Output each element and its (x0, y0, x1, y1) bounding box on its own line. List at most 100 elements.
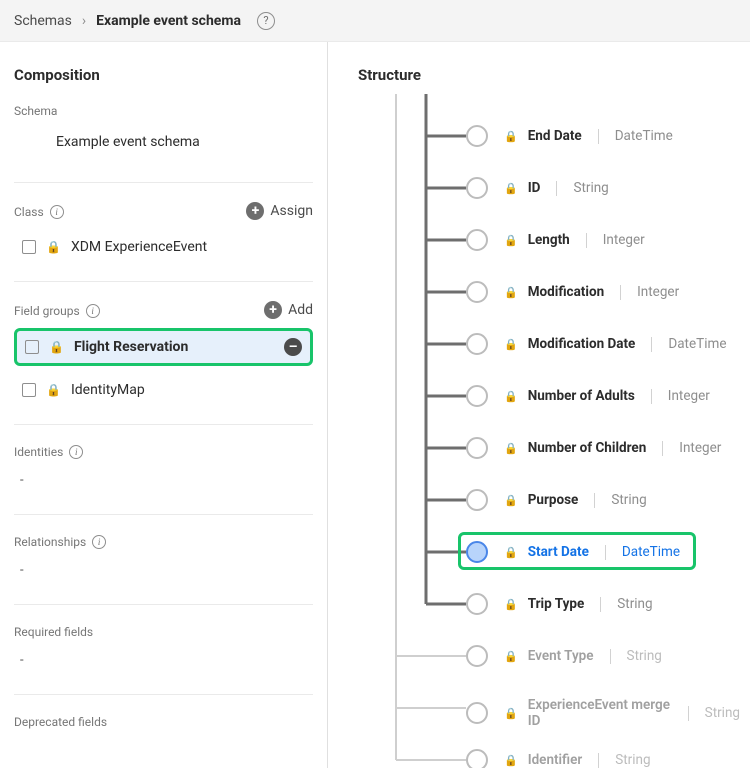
divider (586, 233, 587, 248)
node-handle-icon (466, 645, 488, 667)
relationships-label: Relationships i (14, 529, 313, 553)
divider (688, 706, 689, 721)
lock-icon: 🔒 (504, 182, 518, 195)
divider (620, 285, 621, 300)
field-type: DateTime (622, 544, 680, 560)
field-node[interactable]: 🔒 End Date DateTime (466, 125, 673, 147)
field-node[interactable]: 🔒 Trip Type String (466, 593, 653, 615)
field-type: String (611, 492, 646, 508)
node-handle-icon (466, 702, 488, 724)
fieldgroup-item-identitymap[interactable]: 🔒 IdentityMap (14, 372, 313, 408)
field-name: End Date (528, 128, 582, 144)
field-name: ExperienceEvent merge ID (528, 697, 672, 729)
divider (600, 597, 601, 612)
divider (14, 694, 313, 695)
node-handle-icon (466, 385, 488, 407)
node-handle-icon (466, 489, 488, 511)
add-fieldgroup-button[interactable]: + Add (264, 301, 313, 319)
field-node[interactable]: 🔒 ID String (466, 177, 609, 199)
field-type: String (617, 596, 652, 612)
divider (594, 493, 595, 508)
lock-icon: 🔒 (504, 546, 518, 559)
class-item[interactable]: 🔒 XDM ExperienceEvent (14, 229, 313, 265)
required-value: - (14, 643, 313, 678)
chevron-right-icon: › (82, 13, 86, 29)
lock-icon: 🔒 (504, 234, 518, 247)
field-node[interactable]: 🔒 Length Integer (466, 229, 645, 251)
field-type: String (573, 180, 608, 196)
field-node[interactable]: 🔒Number of ChildrenInteger (466, 437, 721, 459)
lock-icon: 🔒 (46, 240, 61, 254)
lock-icon: 🔒 (504, 442, 518, 455)
field-node[interactable]: 🔒IdentifierString (466, 749, 651, 768)
field-type: Integer (679, 440, 721, 456)
schema-label: Schema (14, 98, 313, 122)
assign-class-button[interactable]: + Assign (246, 202, 313, 220)
field-name: Modification Date (528, 336, 636, 352)
divider (610, 649, 611, 664)
composition-panel: Composition Schema Example event schema … (0, 42, 328, 768)
field-name: Identifier (528, 752, 583, 768)
checkbox[interactable] (22, 383, 36, 397)
node-handle-icon (466, 437, 488, 459)
field-node[interactable]: 🔒 Start Date DateTime (466, 541, 680, 563)
lock-icon: 🔒 (46, 383, 61, 397)
info-icon[interactable]: i (69, 445, 83, 459)
field-name: Length (528, 232, 570, 248)
info-icon[interactable]: i (92, 535, 106, 549)
field-name: Event Type (528, 648, 594, 664)
divider (605, 545, 606, 560)
fieldgroup-item-flight-reservation[interactable]: 🔒 Flight Reservation – (14, 328, 313, 366)
field-type: DateTime (615, 128, 673, 144)
structure-title: Structure (358, 66, 740, 84)
lock-icon: 🔒 (504, 754, 518, 767)
field-name: Trip Type (528, 596, 585, 612)
field-type: String (627, 648, 662, 664)
divider (14, 514, 313, 515)
breadcrumb-root[interactable]: Schemas (14, 13, 72, 29)
info-icon[interactable]: i (86, 304, 100, 318)
field-node[interactable]: 🔒ModificationInteger (466, 281, 679, 303)
lock-icon: 🔒 (504, 598, 518, 611)
divider (556, 181, 557, 196)
lock-icon: 🔒 (504, 390, 518, 403)
divider (651, 389, 652, 404)
divider (598, 129, 599, 144)
identities-value: - (14, 463, 313, 498)
breadcrumb: Schemas › Example event schema ? (0, 0, 750, 42)
node-handle-icon (466, 229, 488, 251)
divider (598, 753, 599, 768)
field-name: Start Date (528, 544, 589, 560)
field-node[interactable]: 🔒 Purpose String (466, 489, 647, 511)
field-node[interactable]: 🔒ExperienceEvent merge IDString (466, 697, 740, 729)
structure-panel: Structure 🔒 End Date DateTime 🔒 ID String 🔒 Len… (328, 42, 750, 768)
plus-icon: + (246, 202, 264, 220)
lock-icon: 🔒 (504, 650, 518, 663)
node-handle-icon (466, 593, 488, 615)
required-label: Required fields (14, 619, 313, 643)
lock-icon: 🔒 (504, 494, 518, 507)
field-node[interactable]: 🔒 Event Type String (466, 645, 662, 667)
composition-title: Composition (14, 66, 313, 84)
field-type: String (705, 705, 740, 721)
checkbox[interactable] (25, 340, 39, 354)
lock-icon: 🔒 (504, 130, 518, 143)
divider (14, 604, 313, 605)
class-label: Class i (14, 199, 64, 223)
field-name: ID (528, 180, 541, 196)
checkbox[interactable] (22, 240, 36, 254)
field-name: Purpose (528, 492, 579, 508)
breadcrumb-current: Example event schema (96, 13, 241, 29)
node-handle-icon (466, 333, 488, 355)
node-handle-icon (466, 281, 488, 303)
field-type: Integer (603, 232, 645, 248)
info-icon[interactable]: i (50, 205, 64, 219)
field-node[interactable]: 🔒Number of AdultsInteger (466, 385, 710, 407)
help-icon[interactable]: ? (257, 12, 275, 30)
identities-label: Identities i (14, 439, 313, 463)
schema-name[interactable]: Example event schema (14, 122, 313, 166)
field-node[interactable]: 🔒Modification DateDateTime (466, 333, 726, 355)
divider (651, 337, 652, 352)
remove-icon[interactable]: – (284, 338, 302, 356)
field-name: Modification (528, 284, 604, 300)
